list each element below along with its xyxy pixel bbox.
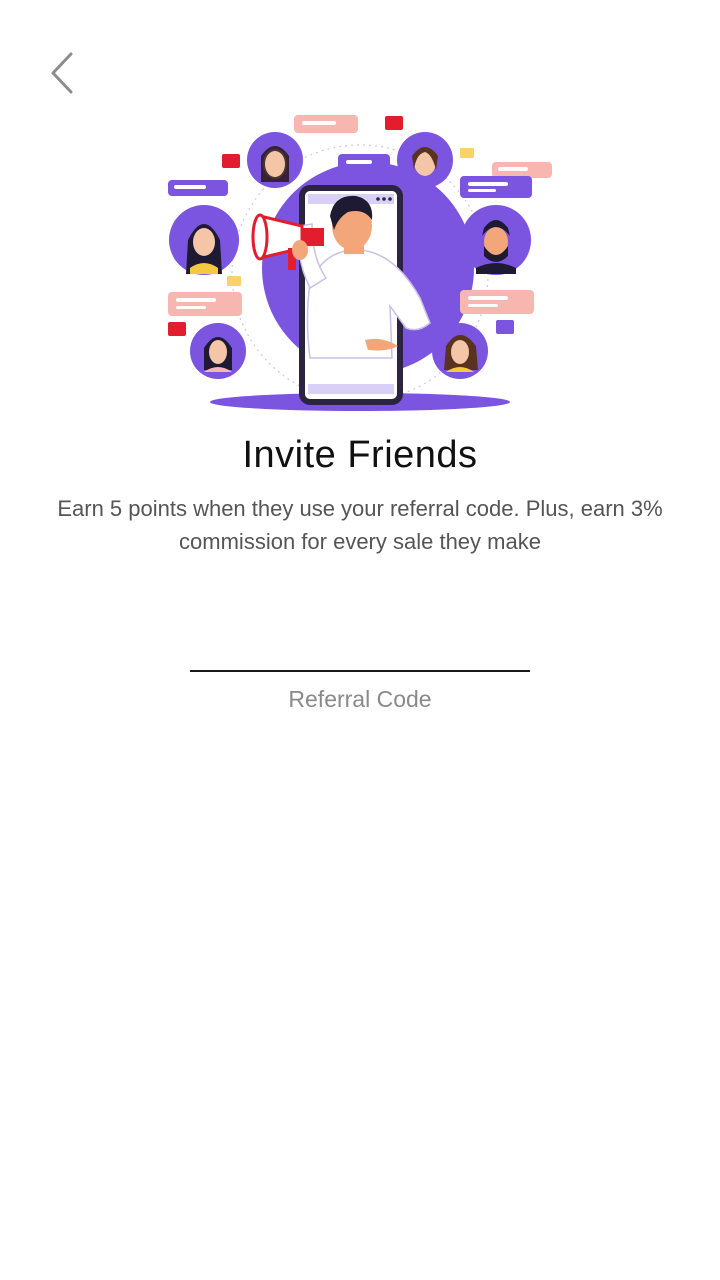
invite-description: Earn 5 points when they use your referra… <box>57 496 663 554</box>
referral-code-label: Referral Code <box>288 686 432 712</box>
page-title: Invite Friends <box>242 434 478 476</box>
back-button[interactable] <box>40 48 84 98</box>
chevron-left-icon <box>51 52 73 94</box>
invite-friends-illustration <box>168 115 552 411</box>
referral-code-input[interactable] <box>190 620 530 672</box>
